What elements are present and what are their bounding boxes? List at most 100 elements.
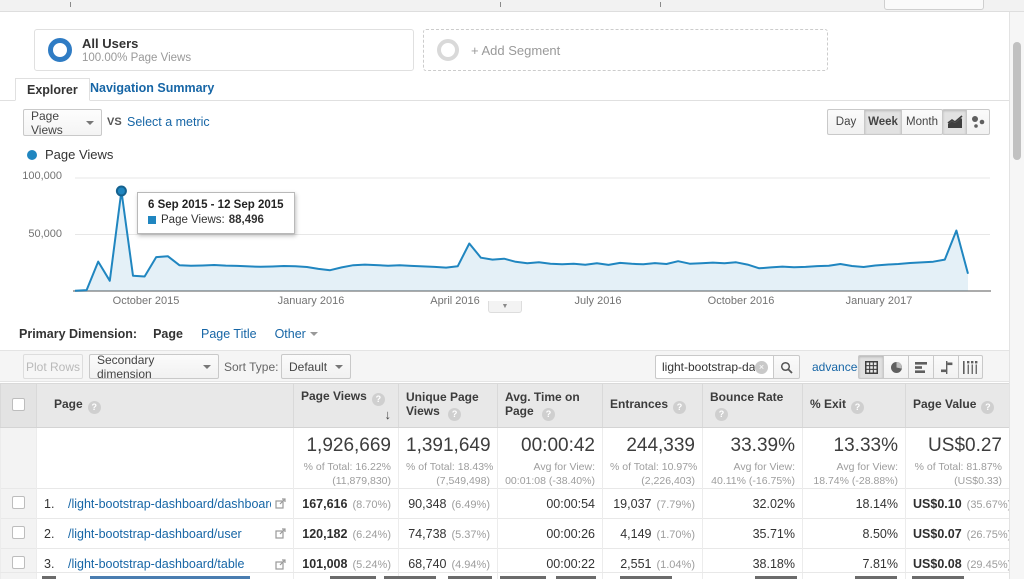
top-cutoff-strip <box>0 0 1024 12</box>
motion-chart-button[interactable] <box>966 109 990 135</box>
metric-select-dropdown[interactable]: Page Views <box>23 109 102 136</box>
primary-dimension-label: Primary Dimension: <box>19 327 137 341</box>
pages-table: Page? Page Views?↓ Unique Page Views ? A… <box>0 383 1010 579</box>
table-header-row: Page? Page Views?↓ Unique Page Views ? A… <box>1 384 1010 428</box>
open-page-icon[interactable] <box>275 498 286 509</box>
col-header-page[interactable]: Page? <box>37 384 294 428</box>
performance-view-button[interactable] <box>908 355 933 379</box>
data-view-button[interactable] <box>858 355 883 379</box>
open-page-icon[interactable] <box>275 559 286 570</box>
primary-dimension-other[interactable]: Other <box>275 327 318 341</box>
segment-all-users[interactable]: All Users 100.00% Page Views <box>34 29 414 71</box>
help-icon[interactable]: ? <box>372 393 385 406</box>
help-icon[interactable]: ? <box>88 401 101 414</box>
primary-dimension-page[interactable]: Page <box>153 327 183 341</box>
legend-dot-icon <box>27 150 37 160</box>
help-icon[interactable]: ? <box>542 408 555 421</box>
total-page-value: US$0.27 <box>913 435 1002 457</box>
help-icon[interactable]: ? <box>673 401 686 414</box>
help-icon[interactable]: ? <box>448 408 461 421</box>
secondary-dimension-label: Secondary dimension <box>97 353 197 381</box>
sort-type-dropdown[interactable]: Default <box>281 354 351 379</box>
total-page-views: 1,926,669 <box>301 435 391 457</box>
motion-chart-icon <box>971 115 986 129</box>
pivot-view-button[interactable] <box>958 355 983 379</box>
x-tick-oct-2015: October 2015 <box>113 295 180 307</box>
help-icon[interactable]: ? <box>715 408 728 421</box>
add-segment-donut-icon <box>437 39 459 61</box>
help-icon[interactable]: ? <box>981 401 994 414</box>
highlighted-data-point <box>117 186 126 195</box>
granularity-month-button[interactable]: Month <box>901 109 943 135</box>
table-view-toggle <box>858 355 983 379</box>
col-header-bounce-rate[interactable]: Bounce Rate? <box>703 384 803 428</box>
search-icon <box>780 361 793 374</box>
chevron-down-icon <box>86 121 94 125</box>
row-checkbox[interactable] <box>12 496 25 509</box>
segment-donut-icon <box>48 38 72 62</box>
vs-label: VS <box>107 116 122 128</box>
col-header-page-value[interactable]: Page Value? <box>906 384 1010 428</box>
scrollbar-thumb[interactable] <box>1013 42 1021 160</box>
granularity-week-button[interactable]: Week <box>864 109 901 135</box>
metric-select-value: Page Views <box>31 109 80 137</box>
granularity-day-button[interactable]: Day <box>827 109 864 135</box>
clear-search-icon[interactable]: × <box>755 361 768 374</box>
primary-dimension-page-title[interactable]: Page Title <box>201 327 257 341</box>
segment-subtitle: 100.00% Page Views <box>82 52 191 64</box>
chart-type-toggle <box>942 109 990 135</box>
col-header-unique-page-views[interactable]: Unique Page Views ? <box>399 384 498 428</box>
help-icon[interactable]: ? <box>851 401 864 414</box>
y-tick-100000: 100,000 <box>4 170 62 182</box>
table-totals-row: 1,926,669% of Total: 16.22%(11,879,830) … <box>1 428 1010 489</box>
tab-explorer[interactable]: Explorer <box>15 78 90 101</box>
tabbar-divider <box>0 100 1024 101</box>
line-chart-button[interactable] <box>942 109 966 135</box>
col-header-avg-time[interactable]: Avg. Time on Page ? <box>498 384 603 428</box>
plot-rows-button[interactable]: Plot Rows <box>23 354 83 379</box>
chevron-down-icon <box>203 365 211 369</box>
granularity-toggle: Day Week Month <box>827 109 943 135</box>
tooltip-date-range: 6 Sep 2015 - 12 Sep 2015 <box>148 199 284 211</box>
row-checkbox[interactable] <box>12 526 25 539</box>
percentage-view-button[interactable] <box>883 355 908 379</box>
select-all-checkbox[interactable] <box>12 398 25 411</box>
x-tick-jan-2016: January 2016 <box>278 295 345 307</box>
comparison-view-button[interactable] <box>933 355 958 379</box>
advanced-search-link[interactable]: advanced <box>812 360 864 374</box>
page-link[interactable]: /light-bootstrap-dashboard/dashboard <box>68 497 271 511</box>
col-header-exit[interactable]: % Exit? <box>803 384 906 428</box>
page-link[interactable]: /light-bootstrap-dashboard/table <box>68 557 271 571</box>
row-checkbox[interactable] <box>12 556 25 569</box>
x-tick-jan-2017: January 2017 <box>846 295 913 307</box>
secondary-dimension-dropdown[interactable]: Secondary dimension <box>89 354 219 379</box>
sort-type-label: Sort Type: <box>224 360 278 374</box>
col-header-entrances[interactable]: Entrances? <box>603 384 703 428</box>
col-header-page-views[interactable]: Page Views?↓ <box>294 384 399 428</box>
chevron-down-icon <box>310 332 318 336</box>
table-row: 2./light-bootstrap-dashboard/user 120,18… <box>1 519 1010 549</box>
segment-title: All Users <box>82 36 191 51</box>
table-row: 1./light-bootstrap-dashboard/dashboard 1… <box>1 489 1010 519</box>
legend-label: Page Views <box>45 147 113 162</box>
sort-type-value: Default <box>289 360 327 374</box>
x-tick-jul-2016: July 2016 <box>574 295 621 307</box>
tooltip-metric-label: Page Views: <box>161 214 225 226</box>
ga-report-page: All Users 100.00% Page Views + Add Segme… <box>0 0 1024 579</box>
vertical-scrollbar[interactable] <box>1009 12 1024 579</box>
pie-chart-icon <box>890 361 903 374</box>
total-entrances: 244,339 <box>610 435 695 457</box>
x-tick-apr-2016: April 2016 <box>430 295 480 307</box>
open-page-icon[interactable] <box>275 528 286 539</box>
tooltip-series-swatch <box>148 216 156 224</box>
search-button[interactable] <box>773 355 800 379</box>
add-segment-button[interactable]: + Add Segment <box>423 29 828 71</box>
total-exit: 13.33% <box>810 435 898 457</box>
select-a-metric-link[interactable]: Select a metric <box>127 115 210 129</box>
table-search: × <box>655 355 800 379</box>
tab-navigation-summary[interactable]: Navigation Summary <box>90 81 214 95</box>
page-link[interactable]: /light-bootstrap-dashboard/user <box>68 527 271 541</box>
chart-collapse-handle[interactable]: ▼ <box>488 301 522 313</box>
primary-dimension-other-label: Other <box>275 327 306 341</box>
partial-next-row <box>0 572 1009 579</box>
